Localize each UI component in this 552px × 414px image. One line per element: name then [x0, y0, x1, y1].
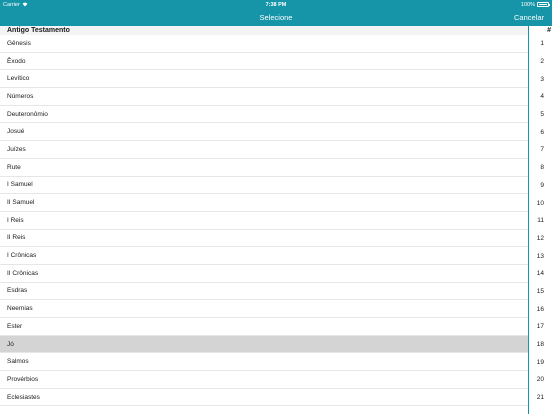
book-name: Levítico: [7, 75, 30, 83]
book-name: II Crônicas: [7, 269, 39, 277]
book-name: Juízes: [7, 145, 26, 153]
book-name: I Samuel: [7, 181, 33, 189]
book-name: Rute: [7, 163, 21, 171]
section-header: Antigo Testamento: [0, 26, 552, 35]
book-number[interactable]: 20: [529, 371, 552, 389]
book-name: Números: [7, 92, 34, 100]
number-index-column: # 1 2 3 4 5 6 7 8 9 10 11 12 13 14 15 16 17 18 19 20 21: [528, 26, 552, 414]
book-number[interactable]: 9: [529, 177, 552, 195]
book-list: Gênesis Êxodo Levítico Números Deuteronômio J…: [0, 35, 528, 407]
battery-indicator: 100%: [520, 1, 550, 8]
book-row[interactable]: I Crônicas: [0, 247, 528, 265]
book-number[interactable]: 12: [529, 230, 552, 248]
book-number[interactable]: 8: [529, 159, 552, 177]
book-number[interactable]: 6: [529, 123, 552, 141]
book-number[interactable]: 13: [529, 247, 552, 265]
book-name: Jó: [7, 340, 14, 348]
book-row[interactable]: Rute: [0, 159, 528, 177]
book-name: Salmos: [7, 358, 29, 366]
book-row[interactable]: Gênesis: [0, 35, 528, 53]
book-number[interactable]: 3: [529, 70, 552, 88]
book-row[interactable]: II Crônicas: [0, 265, 528, 283]
number-index-list: 1 2 3 4 5 6 7 8 9 10 11 12 13 14 15 16 17 18 19 20 21: [529, 35, 552, 406]
book-row[interactable]: Deuteronômio: [0, 106, 528, 124]
book-number[interactable]: 11: [529, 212, 552, 230]
book-row[interactable]: Josué: [0, 123, 528, 142]
book-row[interactable]: Ester: [0, 318, 528, 336]
book-name: Ester: [7, 322, 23, 330]
book-name: II Samuel: [7, 199, 35, 207]
status-time: 7:38 PM: [265, 1, 287, 8]
book-row[interactable]: Neemias: [0, 300, 528, 318]
book-row[interactable]: Salmos: [0, 353, 528, 372]
book-number[interactable]: 18: [529, 336, 552, 354]
book-name: Neemias: [7, 305, 33, 313]
book-name: II Reis: [7, 234, 26, 242]
book-name: Deuteronômio: [7, 110, 48, 118]
section-title: Antigo Testamento: [7, 27, 70, 34]
book-number[interactable]: 7: [529, 141, 552, 159]
book-name: I Crônicas: [7, 252, 37, 260]
book-number[interactable]: 1: [529, 35, 552, 53]
book-row[interactable]: Números: [0, 88, 528, 106]
cancel-button[interactable]: Cancelar: [514, 13, 544, 22]
book-row[interactable]: II Samuel: [0, 194, 528, 212]
battery-percent: 100%: [520, 1, 535, 8]
book-row[interactable]: Levítico: [0, 70, 528, 89]
book-row[interactable]: Esdras: [0, 283, 528, 301]
book-name: Provérbios: [7, 375, 39, 383]
index-header: #: [547, 27, 551, 34]
book-name: Esdras: [7, 287, 28, 295]
book-number[interactable]: 4: [529, 88, 552, 106]
book-row[interactable]: Eclesiastes: [0, 389, 528, 407]
book-row[interactable]: Provérbios: [0, 371, 528, 389]
book-row[interactable]: II Reis: [0, 230, 528, 248]
book-row[interactable]: Êxodo: [0, 53, 528, 71]
book-name: Eclesiastes: [7, 393, 40, 401]
page-title: Selecione: [259, 13, 293, 22]
book-number[interactable]: 5: [529, 106, 552, 124]
book-number[interactable]: 21: [529, 389, 552, 407]
book-number[interactable]: 14: [529, 265, 552, 283]
book-number[interactable]: 2: [529, 53, 552, 71]
book-row[interactable]: I Reis: [0, 212, 528, 230]
book-number[interactable]: 17: [529, 318, 552, 336]
book-row[interactable]: Jó: [0, 335, 528, 354]
book-row[interactable]: Juízes: [0, 141, 528, 159]
book-name: Gênesis: [7, 39, 31, 47]
book-name: Josué: [7, 128, 25, 136]
book-name: I Reis: [7, 216, 24, 224]
book-number[interactable]: 16: [529, 300, 552, 318]
battery-icon: [537, 2, 550, 7]
navigation-bar: Selecione Cancelar: [0, 9, 552, 26]
book-number[interactable]: 10: [529, 194, 552, 212]
status-bar: Carrier 7:38 PM 100%: [0, 0, 552, 9]
book-number[interactable]: 15: [529, 283, 552, 301]
book-number[interactable]: 19: [529, 353, 552, 371]
book-row[interactable]: I Samuel: [0, 177, 528, 195]
book-name: Êxodo: [7, 57, 26, 65]
